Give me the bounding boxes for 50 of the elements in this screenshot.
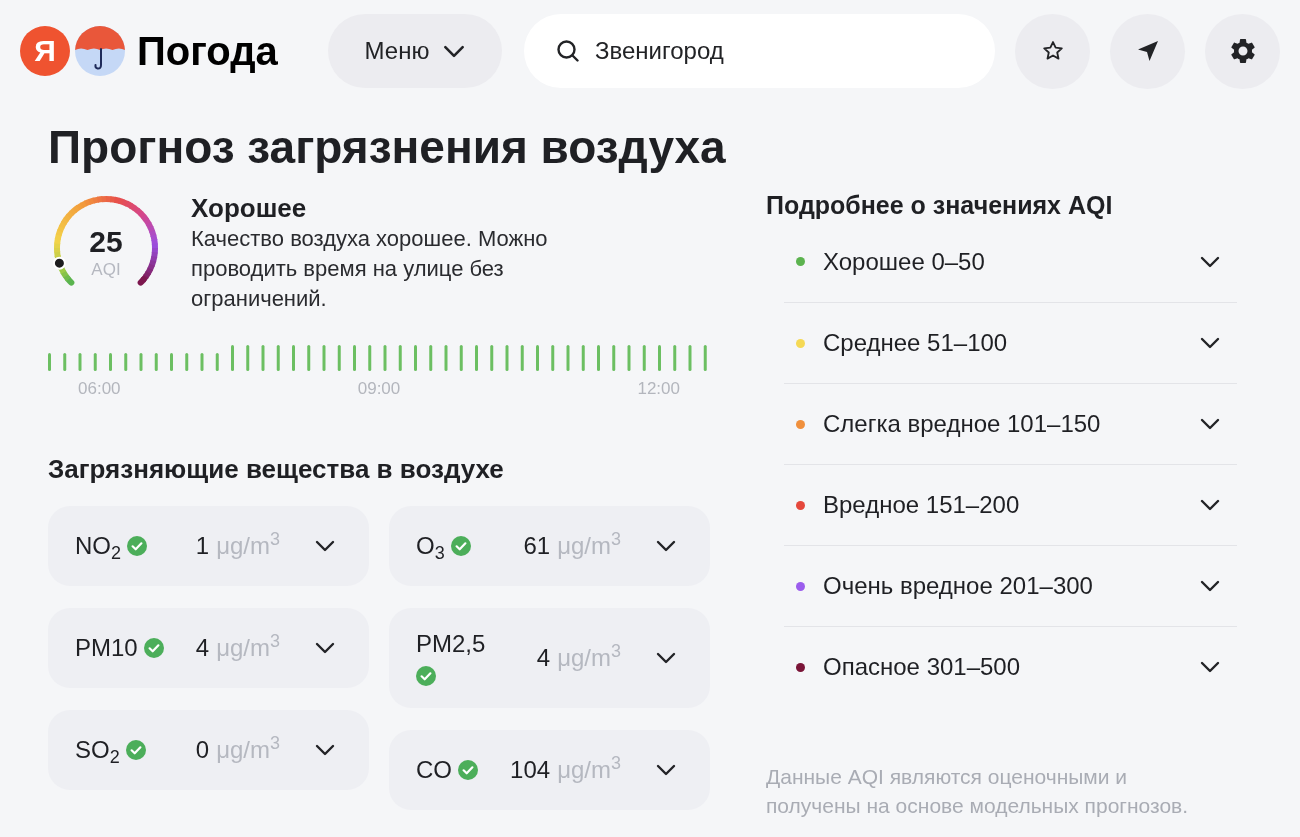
aqi-unit: AQI [91, 260, 121, 280]
pollutant-card[interactable]: CO 104 μg/m$^{3}$ [389, 730, 710, 810]
footnote: Данные AQI являются оценочными и получены на основе модельных прогнозов. [766, 764, 1190, 819]
pollutant-unit: μg/m$^{3}$ [216, 634, 280, 662]
pollutant-value: 61 [523, 532, 551, 560]
navigation-arrow-icon [1135, 39, 1160, 63]
pollutant-card[interactable]: PM2,5 4 μg/m$^{3}$ [389, 608, 710, 708]
pollutant-name: NO$_{2}$ [75, 532, 121, 560]
aqi-level-item[interactable]: Хорошее 0–50 [784, 221, 1237, 302]
pollutant-unit: μg/m$^{3}$ [216, 532, 280, 560]
pollutant-value: 1 [195, 532, 210, 560]
umbrella-icon [75, 26, 125, 76]
section-heading: Загрязняющие вещества в воздухе [48, 453, 504, 485]
star-icon [1041, 40, 1064, 62]
chevron-down-icon [443, 44, 466, 58]
pollutant-unit: μg/m$^{3}$ [557, 756, 621, 784]
time-label: 06:00 [78, 379, 121, 399]
logo-mark[interactable]: Я [20, 26, 70, 76]
page-title: Прогноз загрязнения воздуха [48, 120, 726, 175]
quality-label: Хорошее [191, 192, 307, 224]
pollutant-value: 4 [195, 634, 210, 662]
aqi-level-item[interactable]: Опасное 301–500 [784, 626, 1237, 707]
time-label: 12:00 [637, 379, 680, 399]
pollutant-value: 104 [510, 756, 551, 784]
app-title: Погода [137, 28, 278, 75]
pollutant-card[interactable]: SO$_{2}$ 0 μg/m$^{3}$ [48, 710, 369, 790]
aqi-value: 25 [89, 224, 123, 260]
aqi-level-item[interactable]: Слегка вредное 101–150 [784, 383, 1237, 464]
search-icon [557, 40, 579, 62]
pollutant-name: O$_{3}$ [416, 532, 445, 560]
pollutant-value: 0 [195, 736, 210, 764]
pollutant-name: CO [416, 756, 452, 784]
pollutant-value: 4 [536, 644, 551, 672]
pollutant-card[interactable]: NO$_{2}$ 1 μg/m$^{3}$ [48, 506, 369, 586]
pollutant-unit: μg/m$^{3}$ [216, 736, 280, 764]
pollutant-name: SO$_{2}$ [75, 736, 120, 764]
pollutant-name: PM10 [75, 634, 138, 662]
section-heading: Подробнее о значениях AQI [766, 190, 1113, 221]
pollutant-name: PM2,5 [416, 630, 486, 658]
pollutant-unit: μg/m$^{3}$ [557, 644, 621, 672]
quality-description: Качество воздуха хорошее. Можно проводить время на улице без ограничений. [191, 225, 549, 313]
time-label: 09:00 [357, 379, 401, 399]
pollutant-card[interactable]: PM10 4 μg/m$^{3}$ [48, 608, 369, 688]
menu-button[interactable]: Меню [328, 14, 502, 88]
aqi-level-item[interactable]: Среднее 51–100 [784, 302, 1237, 383]
aqi-level-item[interactable]: Очень вредное 201–300 [784, 545, 1237, 626]
search-field[interactable]: Звенигород [524, 14, 995, 88]
aqi-level-item[interactable]: Вредное 151–200 [784, 464, 1237, 545]
pollutant-card[interactable]: O$_{3}$ 61 μg/m$^{3}$ [389, 506, 710, 586]
pollutant-unit: μg/m$^{3}$ [557, 532, 621, 560]
